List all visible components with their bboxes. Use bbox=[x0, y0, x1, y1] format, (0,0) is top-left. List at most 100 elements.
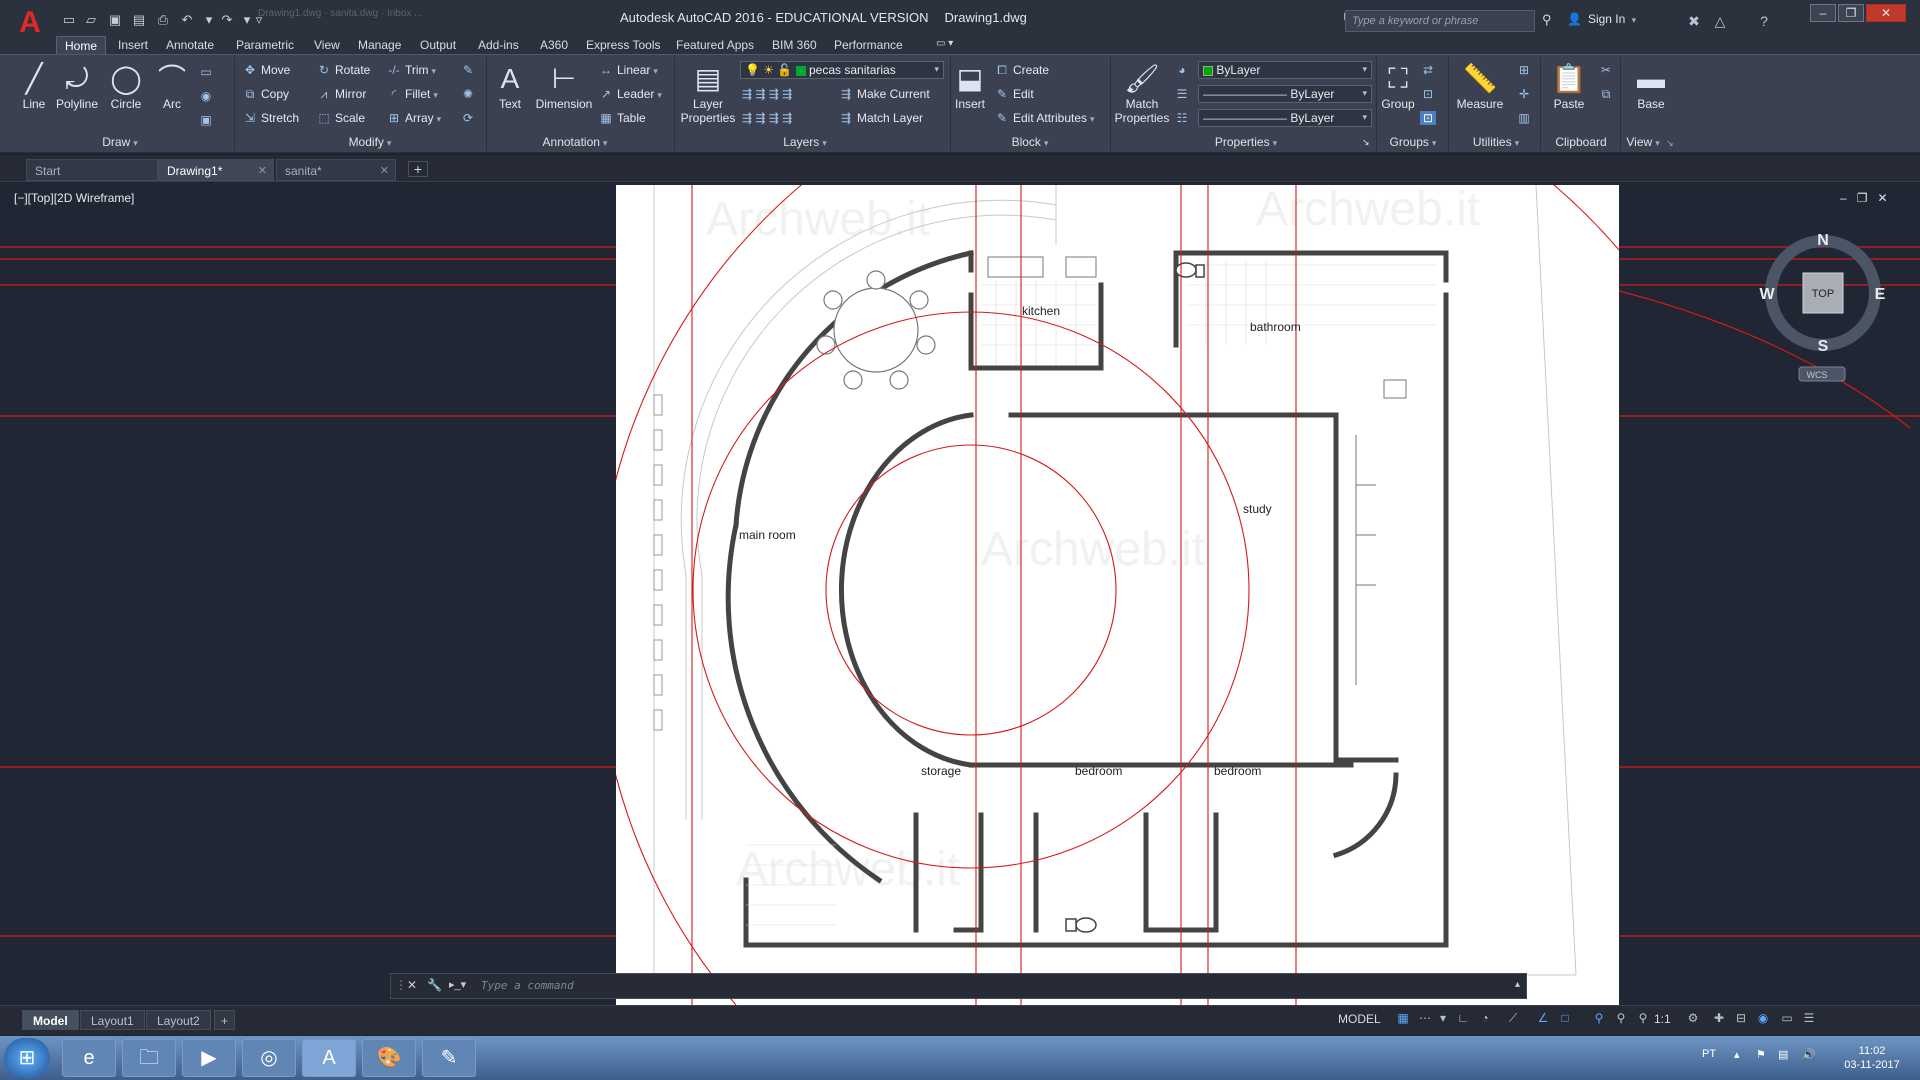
annotation-visibility-icon[interactable]: ⚲ bbox=[1590, 1011, 1608, 1027]
lineweight-dropdown[interactable]: ——————— ByLayer ▾ bbox=[1198, 109, 1372, 127]
clipboard-panel-title[interactable]: Clipboard bbox=[1546, 135, 1616, 153]
draw-panel-title[interactable]: Draw ▾ bbox=[80, 135, 160, 153]
file-explorer-icon[interactable]: 🗀 bbox=[122, 1039, 176, 1077]
linear-button[interactable]: ↔ Linear ▾ bbox=[598, 63, 658, 77]
internet-explorer-icon[interactable]: e bbox=[62, 1039, 116, 1077]
isodraft-icon[interactable]: ⟋ bbox=[1504, 1011, 1522, 1027]
ungroup-icon[interactable]: ⇄ bbox=[1420, 63, 1439, 77]
color-wheel-icon[interactable]: ◕ bbox=[1174, 63, 1193, 77]
action-center-icon[interactable]: ⚑ bbox=[1756, 1048, 1766, 1061]
ribbon-toggle-icon[interactable]: ▭ ▾ bbox=[928, 36, 961, 54]
clock[interactable]: 11:02 03-11-2017 bbox=[1842, 1044, 1902, 1072]
volume-icon[interactable]: 🔊 bbox=[1802, 1048, 1816, 1061]
save-icon[interactable]: ▣ bbox=[106, 11, 124, 29]
arc-button[interactable]: ⌒ Arc bbox=[152, 61, 192, 111]
tab-output[interactable]: Output bbox=[412, 36, 464, 54]
edit-attributes-button[interactable]: ✎ Edit Attributes ▾ bbox=[994, 111, 1095, 125]
recent-commands-icon[interactable]: ▸_▾ bbox=[449, 978, 466, 991]
trim-button[interactable]: -/- Trim ▾ bbox=[386, 63, 436, 77]
measure-button[interactable]: 📏 Measure bbox=[1452, 61, 1508, 111]
tab-manage[interactable]: Manage bbox=[350, 36, 409, 54]
search-input[interactable]: Type a keyword or phrase bbox=[1345, 10, 1535, 32]
network-icon[interactable]: ▤ bbox=[1778, 1048, 1788, 1061]
block-panel-title[interactable]: Block ▾ bbox=[1000, 135, 1060, 153]
tab-parametric[interactable]: Parametric bbox=[228, 36, 302, 54]
command-input[interactable]: Type a command bbox=[477, 976, 1277, 996]
floor-plan-sheet[interactable]: Archweb.it Archweb.it Archweb.it Archweb… bbox=[596, 46, 1620, 1006]
file-tab-sanita[interactable]: sanita* ✕ bbox=[276, 159, 396, 181]
tab-view[interactable]: View bbox=[306, 36, 348, 54]
media-player-icon[interactable]: ▶ bbox=[182, 1039, 236, 1077]
table-button[interactable]: ▦ Table bbox=[598, 111, 645, 125]
layers-panel-title[interactable]: Layers ▾ bbox=[770, 135, 840, 153]
annotation-scale-value[interactable]: 1:1 bbox=[1654, 1012, 1671, 1026]
line-button[interactable]: ╱ Line bbox=[14, 61, 54, 111]
insert-block-button[interactable]: ⬓ Insert bbox=[952, 61, 988, 111]
scale-button[interactable]: ⬚ Scale bbox=[316, 111, 365, 125]
fillet-button[interactable]: ◜ Fillet ▾ bbox=[386, 87, 438, 101]
layer-state-icon[interactable]: ⇶ ⇶ ⇶ ⇶ bbox=[742, 111, 792, 125]
cut-icon[interactable]: ✂ bbox=[1598, 63, 1617, 77]
redo-icon[interactable]: ↷ bbox=[218, 11, 236, 29]
rectangle-icon[interactable]: ▭ bbox=[198, 65, 217, 79]
explode-icon[interactable]: ✺ bbox=[460, 87, 479, 101]
annotation-monitor-icon[interactable]: ✚ bbox=[1710, 1011, 1728, 1027]
group-edit-icon[interactable]: ⊡ bbox=[1420, 87, 1439, 101]
sign-in-button[interactable]: 👤 Sign In ▾ bbox=[1567, 12, 1677, 26]
leader-button[interactable]: ↗ Leader ▾ bbox=[598, 87, 662, 101]
modify-panel-title[interactable]: Modify ▾ bbox=[320, 135, 420, 153]
color-dropdown[interactable]: ByLayer ▾ bbox=[1198, 61, 1372, 79]
viewcube[interactable]: TOP N S E W WCS bbox=[1755, 223, 1895, 383]
quick-calc-icon[interactable]: ⊞ bbox=[1516, 63, 1535, 77]
language-indicator[interactable]: PT bbox=[1702, 1048, 1716, 1060]
layer-dropdown[interactable]: 💡 ☀ 🔓 pecas sanitarias ▾ bbox=[740, 61, 944, 79]
new-tab-button[interactable]: + bbox=[408, 161, 428, 177]
customize-icon[interactable]: 🔧 bbox=[427, 978, 442, 992]
command-history-icon[interactable]: ▴ bbox=[1515, 979, 1520, 990]
ortho-icon[interactable]: ∟ bbox=[1454, 1011, 1472, 1027]
layer-tools-icon[interactable]: ⇶ ⇶ ⇶ ⇶ bbox=[742, 87, 792, 101]
erase-icon[interactable]: ✎ bbox=[460, 63, 479, 77]
offset-icon[interactable]: ⟳ bbox=[460, 111, 479, 125]
add-layout-icon[interactable]: + bbox=[214, 1010, 236, 1030]
object-snap-tracking-icon[interactable]: ∠ bbox=[1534, 1011, 1552, 1027]
tab-featured-apps[interactable]: Featured Apps bbox=[668, 36, 762, 54]
tab-insert[interactable]: Insert bbox=[110, 36, 156, 54]
close-tab-icon[interactable]: ✕ bbox=[258, 164, 267, 177]
match-properties-button[interactable]: 🖌 Match Properties bbox=[1114, 61, 1170, 125]
mirror-button[interactable]: ⩘ Mirror bbox=[316, 87, 367, 102]
save-as-icon[interactable]: ▤ bbox=[130, 11, 148, 29]
workspace-gear-icon[interactable]: ⚙ bbox=[1684, 1011, 1702, 1027]
restore-button[interactable]: ❐ bbox=[1838, 4, 1864, 22]
snap-dropdown-icon[interactable]: ▾ bbox=[1434, 1011, 1452, 1027]
plot-icon[interactable]: ⎙ bbox=[154, 11, 172, 29]
tab-home[interactable]: Home bbox=[56, 36, 107, 54]
file-tab-drawing1[interactable]: Drawing1* ✕ bbox=[158, 159, 274, 181]
create-block-button[interactable]: ⧠ Create bbox=[994, 63, 1049, 78]
view-panel-title[interactable]: View ▾ ↘ bbox=[1620, 135, 1680, 153]
open-file-icon[interactable]: ▱ bbox=[82, 11, 100, 29]
grid-icon[interactable]: ▦ bbox=[1394, 1011, 1412, 1027]
properties-panel-title[interactable]: Properties ▾ bbox=[1196, 135, 1296, 153]
start-button[interactable]: ⊞ bbox=[4, 1038, 50, 1078]
rotate-button[interactable]: ↻ Rotate bbox=[316, 63, 370, 77]
minimize-button[interactable]: – bbox=[1810, 4, 1836, 22]
polyline-button[interactable]: ⤾ Polyline bbox=[54, 61, 100, 111]
properties-launcher-icon[interactable]: ↘ bbox=[1362, 137, 1370, 148]
array-button[interactable]: ⊞ Array ▾ bbox=[386, 111, 441, 125]
snap-icon[interactable]: ⋯ bbox=[1416, 1011, 1434, 1027]
help-icon[interactable]: ? bbox=[1754, 11, 1774, 31]
close-command-icon[interactable]: ✕ bbox=[407, 978, 417, 992]
match-layer-button[interactable]: ⇶ Match Layer bbox=[838, 111, 923, 125]
calculator-icon[interactable]: ▥ bbox=[1516, 111, 1535, 125]
base-view-button[interactable]: ▬ Base bbox=[1626, 61, 1676, 111]
annotation-scale-icon[interactable]: ⚲ bbox=[1634, 1011, 1652, 1027]
group-select-icon[interactable]: ⊡ bbox=[1420, 111, 1439, 125]
a360-icon[interactable]: △ bbox=[1710, 11, 1730, 31]
close-button[interactable]: ✕ bbox=[1866, 4, 1906, 22]
copy-button[interactable]: ⧉ Copy bbox=[242, 87, 289, 102]
new-file-icon[interactable]: ▭ bbox=[60, 11, 78, 29]
chrome-icon[interactable]: ◎ bbox=[242, 1039, 296, 1077]
notepad-icon[interactable]: ✎ bbox=[422, 1039, 476, 1077]
tab-bim-360[interactable]: BIM 360 bbox=[764, 36, 825, 54]
